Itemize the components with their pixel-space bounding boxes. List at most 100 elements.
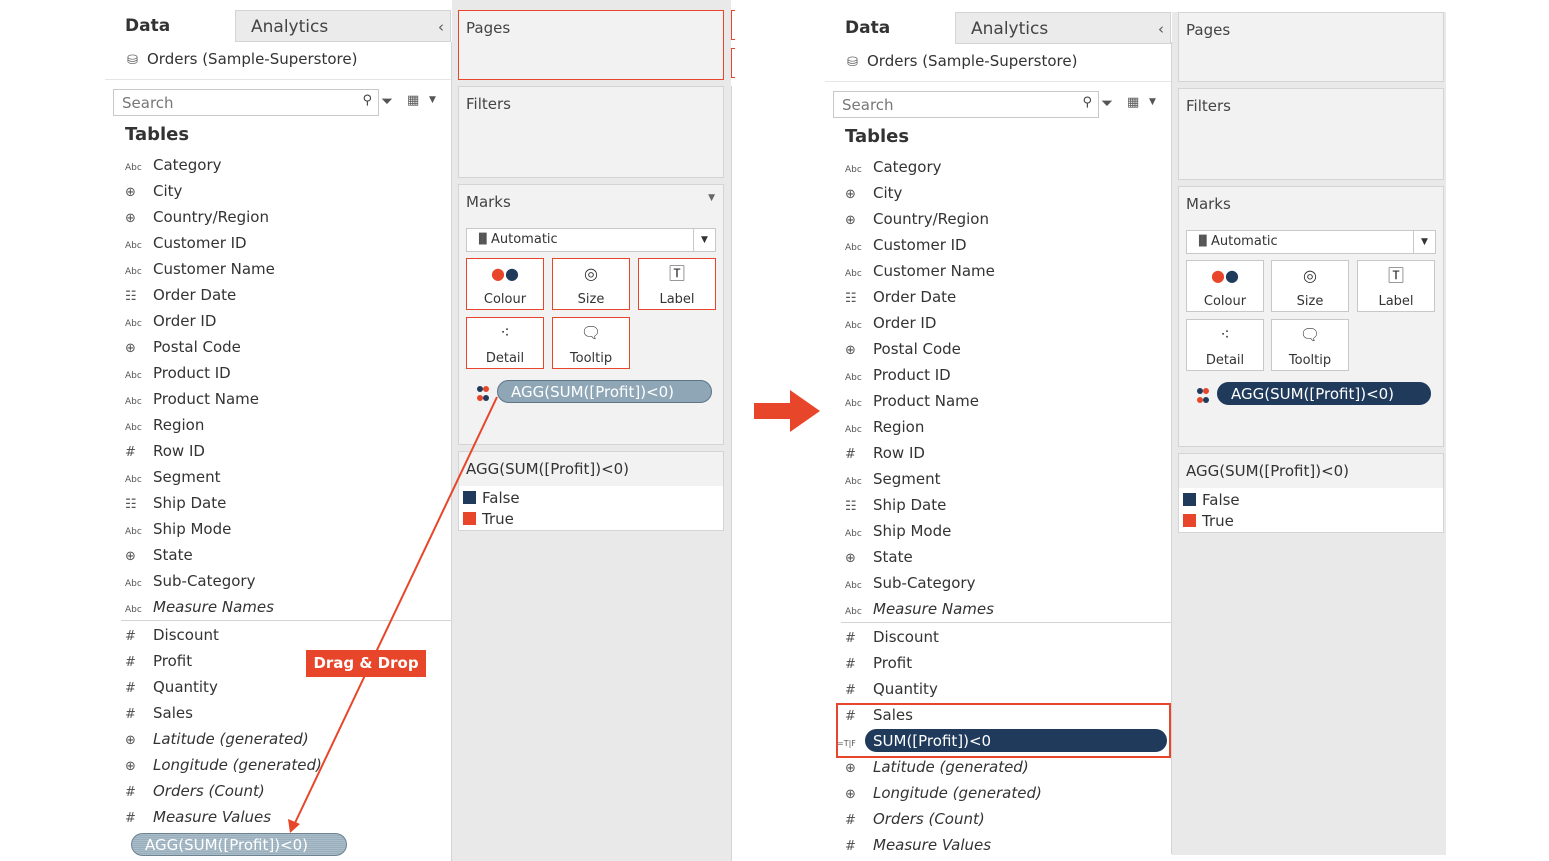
field-item[interactable]: Abc Measure Names	[845, 598, 994, 620]
size-button[interactable]: ◎ Size	[552, 258, 630, 310]
field-item[interactable]: # Quantity	[125, 676, 218, 698]
field-label: Longitude (generated)	[873, 784, 1042, 802]
search-icon[interactable]: ⚲	[362, 93, 372, 108]
field-item[interactable]: Abc Customer Name	[125, 258, 275, 280]
field-item[interactable]: Abc Customer ID	[845, 234, 967, 256]
mark-type-select[interactable]: ▐▌ Automatic ▼	[1186, 230, 1436, 254]
filters-card[interactable]: Filters	[1178, 88, 1444, 180]
data-source[interactable]: ⛁ Orders (Sample-Superstore)	[847, 52, 1077, 70]
field-item[interactable]: Abc Ship Mode	[125, 518, 231, 540]
size-button[interactable]: ◎ Size	[1271, 260, 1349, 312]
field-item[interactable]: ⊕ Country/Region	[125, 206, 269, 228]
pages-card[interactable]: Pages	[1178, 12, 1444, 82]
pages-card[interactable]: Pages	[458, 10, 724, 80]
legend-item-false[interactable]: False	[463, 489, 520, 507]
field-item[interactable]: Abc Customer Name	[845, 260, 995, 282]
field-item[interactable]: ☷ Ship Date	[845, 494, 946, 516]
field-item[interactable]: Abc Ship Mode	[845, 520, 951, 542]
field-item[interactable]: ⊕ Latitude (generated)	[125, 728, 309, 750]
chevron-down-icon[interactable]: ▼	[1149, 97, 1156, 107]
detail-button[interactable]: ⁖ Detail	[466, 317, 544, 369]
field-item[interactable]: ⊕ Country/Region	[845, 208, 989, 230]
data-source[interactable]: ⛁ Orders (Sample-Superstore)	[127, 50, 357, 68]
field-item[interactable]: # Sales	[125, 702, 193, 724]
field-item[interactable]: Abc Segment	[125, 466, 221, 488]
field-item[interactable]: ☷ Order Date	[845, 286, 956, 308]
field-item[interactable]: Abc Measure Names	[125, 596, 274, 618]
field-item[interactable]: # Measure Values	[125, 806, 271, 828]
abc-icon: Abc	[845, 373, 862, 383]
legend-item-true[interactable]: True	[1183, 512, 1234, 530]
chevron-down-icon[interactable]: ▼	[708, 193, 715, 203]
field-item[interactable]: Abc Sub-Category	[125, 570, 255, 592]
field-item[interactable]: # Profit	[845, 652, 912, 674]
colour-pill[interactable]: AGG(SUM([Profit])<0)	[1217, 382, 1431, 405]
field-item[interactable]: Abc Category	[125, 154, 222, 176]
field-item[interactable]: # Row ID	[125, 440, 205, 462]
field-item[interactable]: Abc Customer ID	[125, 232, 247, 254]
filter-icon[interactable]: ⏷	[381, 92, 393, 110]
colour-button[interactable]: ●● Colour	[466, 258, 544, 310]
field-item[interactable]: # Measure Values	[845, 834, 991, 856]
dragged-pill[interactable]: AGG(SUM([Profit])<0)	[131, 833, 347, 856]
filters-card[interactable]: Filters	[458, 86, 724, 178]
tooltip-button[interactable]: 🗨 Tooltip	[1271, 319, 1349, 371]
chevron-down-icon[interactable]: ▼	[693, 229, 715, 251]
field-item[interactable]: ☷ Ship Date	[125, 492, 226, 514]
detail-button[interactable]: ⁖ Detail	[1186, 319, 1264, 371]
field-item[interactable]: ⊕ City	[125, 180, 182, 202]
collapse-icon[interactable]: ‹	[438, 11, 444, 43]
tooltip-button[interactable]: 🗨 Tooltip	[552, 317, 630, 369]
field-item[interactable]: Abc Product ID	[845, 364, 951, 386]
field-item[interactable]: Abc Product Name	[845, 390, 979, 412]
colour-pill[interactable]: AGG(SUM([Profit])<0)	[497, 380, 712, 403]
field-item[interactable]: # Orders (Count)	[125, 780, 265, 802]
field-item[interactable]: # Discount	[125, 624, 219, 646]
chevron-down-icon[interactable]: ▼	[429, 95, 436, 105]
legend-item-false[interactable]: False	[1183, 491, 1240, 509]
legend-item-true[interactable]: True	[463, 510, 514, 528]
field-item[interactable]: Abc Sub-Category	[845, 572, 975, 594]
chevron-down-icon[interactable]: ▼	[1413, 231, 1435, 253]
search-input[interactable]: Search ⚲	[113, 89, 379, 116]
tab-data[interactable]: Data	[825, 12, 955, 44]
field-item[interactable]: ⊕ City	[845, 182, 902, 204]
field-item[interactable]: Abc Order ID	[845, 312, 936, 334]
field-item[interactable]: # Quantity	[845, 678, 938, 700]
field-item[interactable]: ⊕ Postal Code	[125, 336, 241, 358]
field-item[interactable]: ☷ Order Date	[125, 284, 236, 306]
field-item[interactable]: # Profit	[125, 650, 192, 672]
search-icon[interactable]: ⚲	[1082, 95, 1092, 110]
field-item[interactable]: ⊕ Latitude (generated)	[845, 756, 1029, 778]
label-button[interactable]: 🅃 Label	[1357, 260, 1435, 312]
field-item[interactable]: ⊕ Longitude (generated)	[845, 782, 1042, 804]
field-item[interactable]: Abc Region	[845, 416, 924, 438]
field-item[interactable]: # Orders (Count)	[845, 808, 985, 830]
field-item[interactable]: ⊕ State	[845, 546, 913, 568]
list-view-icon[interactable]: ▦	[407, 93, 419, 108]
field-item[interactable]: Abc Product Name	[125, 388, 259, 410]
mark-type-select[interactable]: ▐▌ Automatic ▼	[466, 228, 716, 252]
hash-icon: #	[125, 811, 136, 826]
field-item[interactable]: ⊕ Longitude (generated)	[125, 754, 322, 776]
colour-button[interactable]: ●● Colour	[1186, 260, 1264, 312]
divider	[105, 79, 451, 80]
field-item[interactable]: ⊕ Postal Code	[845, 338, 961, 360]
field-item[interactable]: # Discount	[845, 626, 939, 648]
tab-analytics[interactable]: Analytics ‹	[955, 12, 1171, 44]
filter-icon[interactable]: ⏷	[1101, 94, 1113, 112]
field-label: Country/Region	[153, 208, 269, 226]
tab-analytics[interactable]: Analytics ‹	[235, 10, 451, 42]
field-item[interactable]: Abc Product ID	[125, 362, 231, 384]
field-item[interactable]: Abc Segment	[845, 468, 941, 490]
field-item[interactable]: Abc Region	[125, 414, 204, 436]
collapse-icon[interactable]: ‹	[1158, 13, 1164, 45]
label-button[interactable]: 🅃 Label	[638, 258, 716, 310]
field-item[interactable]: # Row ID	[845, 442, 925, 464]
list-view-icon[interactable]: ▦	[1127, 95, 1139, 110]
field-item[interactable]: Abc Category	[845, 156, 942, 178]
field-item[interactable]: Abc Order ID	[125, 310, 216, 332]
field-item[interactable]: ⊕ State	[125, 544, 193, 566]
tab-data[interactable]: Data	[105, 10, 235, 42]
search-input[interactable]: Search ⚲	[833, 91, 1099, 118]
